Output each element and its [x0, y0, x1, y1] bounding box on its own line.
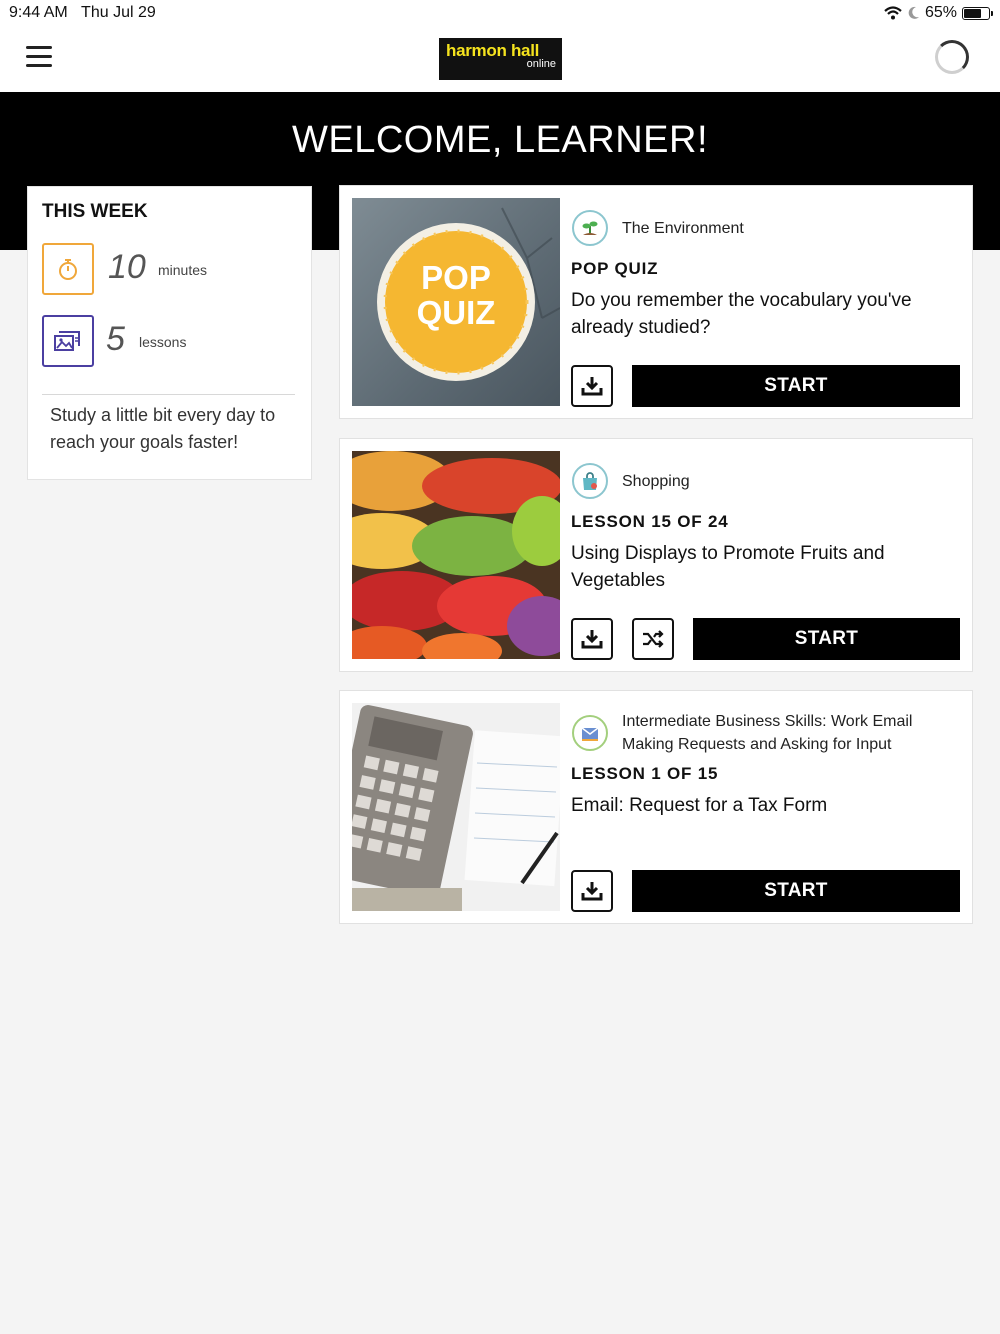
lesson-title: Using Displays to Promote Fruits and Veg… [571, 543, 885, 591]
lessons-gallery-icon [42, 315, 94, 367]
download-icon [581, 377, 603, 396]
lesson-title: Do you remember the vocabulary you've al… [571, 290, 912, 338]
category-environment: The Environment [572, 208, 744, 248]
category-name: Shopping [622, 472, 690, 490]
status-time: 9:44 AM Thu Jul 29 [9, 4, 156, 21]
shuffle-button[interactable] [632, 618, 674, 660]
lesson-title: Email: Request for a Tax Form [571, 795, 828, 816]
category-shopping: Shopping [572, 461, 690, 501]
calculator-image [352, 703, 560, 911]
shopping-bag-category-icon [572, 463, 608, 499]
download-icon [581, 630, 603, 649]
category-name: Intermediate Business Skills: Work Email… [622, 713, 913, 753]
harmon-hall-logo[interactable]: harmon hall online [439, 38, 562, 80]
minutes-label: minutes [158, 262, 208, 278]
fruit-market-image [352, 451, 560, 659]
pop-quiz-badge-line2: QUIZ [416, 294, 496, 331]
menu-button[interactable] [26, 46, 52, 70]
category-business: Intermediate Business Skills: Work Email… [572, 707, 932, 759]
pop-quiz-image: POP QUIZ [352, 198, 560, 406]
stopwatch-icon [42, 243, 94, 295]
loading-spinner-icon [935, 40, 969, 74]
minutes-value: 10 [108, 248, 146, 286]
moon-icon [908, 6, 919, 19]
lesson-card-pop-quiz: POP QUIZ The Environment POP QUIZ Do you… [339, 185, 973, 419]
study-tip: Study a little bit every day to reach yo… [50, 405, 276, 452]
download-icon [581, 882, 603, 901]
lesson-kind: LESSON 1 OF 15 [571, 764, 719, 783]
download-button[interactable] [571, 870, 613, 912]
wifi-icon [884, 6, 902, 20]
lesson-card-shopping: Shopping LESSON 15 OF 24 Using Displays … [339, 438, 973, 672]
divider [42, 394, 295, 395]
battery-percent: 65% [924, 4, 957, 21]
download-button[interactable] [571, 365, 613, 407]
start-button[interactable]: START [632, 870, 960, 912]
status-right: 65% [884, 4, 993, 22]
shuffle-icon [643, 630, 664, 648]
lesson-kind: LESSON 15 OF 24 [571, 512, 729, 531]
lessons-label: lessons [139, 334, 187, 350]
battery-icon [962, 6, 993, 20]
minutes-stat: 10 minutes [42, 243, 302, 295]
pop-quiz-badge-line1: POP [421, 259, 491, 296]
this-week-heading: THIS WEEK [42, 201, 148, 222]
category-name: The Environment [622, 219, 744, 237]
start-button[interactable]: START [693, 618, 960, 660]
top-nav: harmon hall online [0, 26, 1000, 92]
start-button[interactable]: START [632, 365, 960, 407]
welcome-title: WELCOME, LEARNER! [291, 119, 709, 161]
hamburger-icon [26, 46, 52, 49]
lessons-stat: 5 lessons [42, 315, 302, 367]
lessons-value: 5 [106, 320, 125, 358]
status-bar: 9:44 AM Thu Jul 29 65% [0, 0, 1000, 26]
lesson-kind: POP QUIZ [571, 259, 659, 278]
plant-category-icon [572, 210, 608, 246]
this-week-card: THIS WEEK 10 minutes 5 lessons Study a l… [27, 186, 312, 480]
lesson-card-business-email: Intermediate Business Skills: Work Email… [339, 690, 973, 924]
email-category-icon [572, 715, 608, 751]
download-button[interactable] [571, 618, 613, 660]
